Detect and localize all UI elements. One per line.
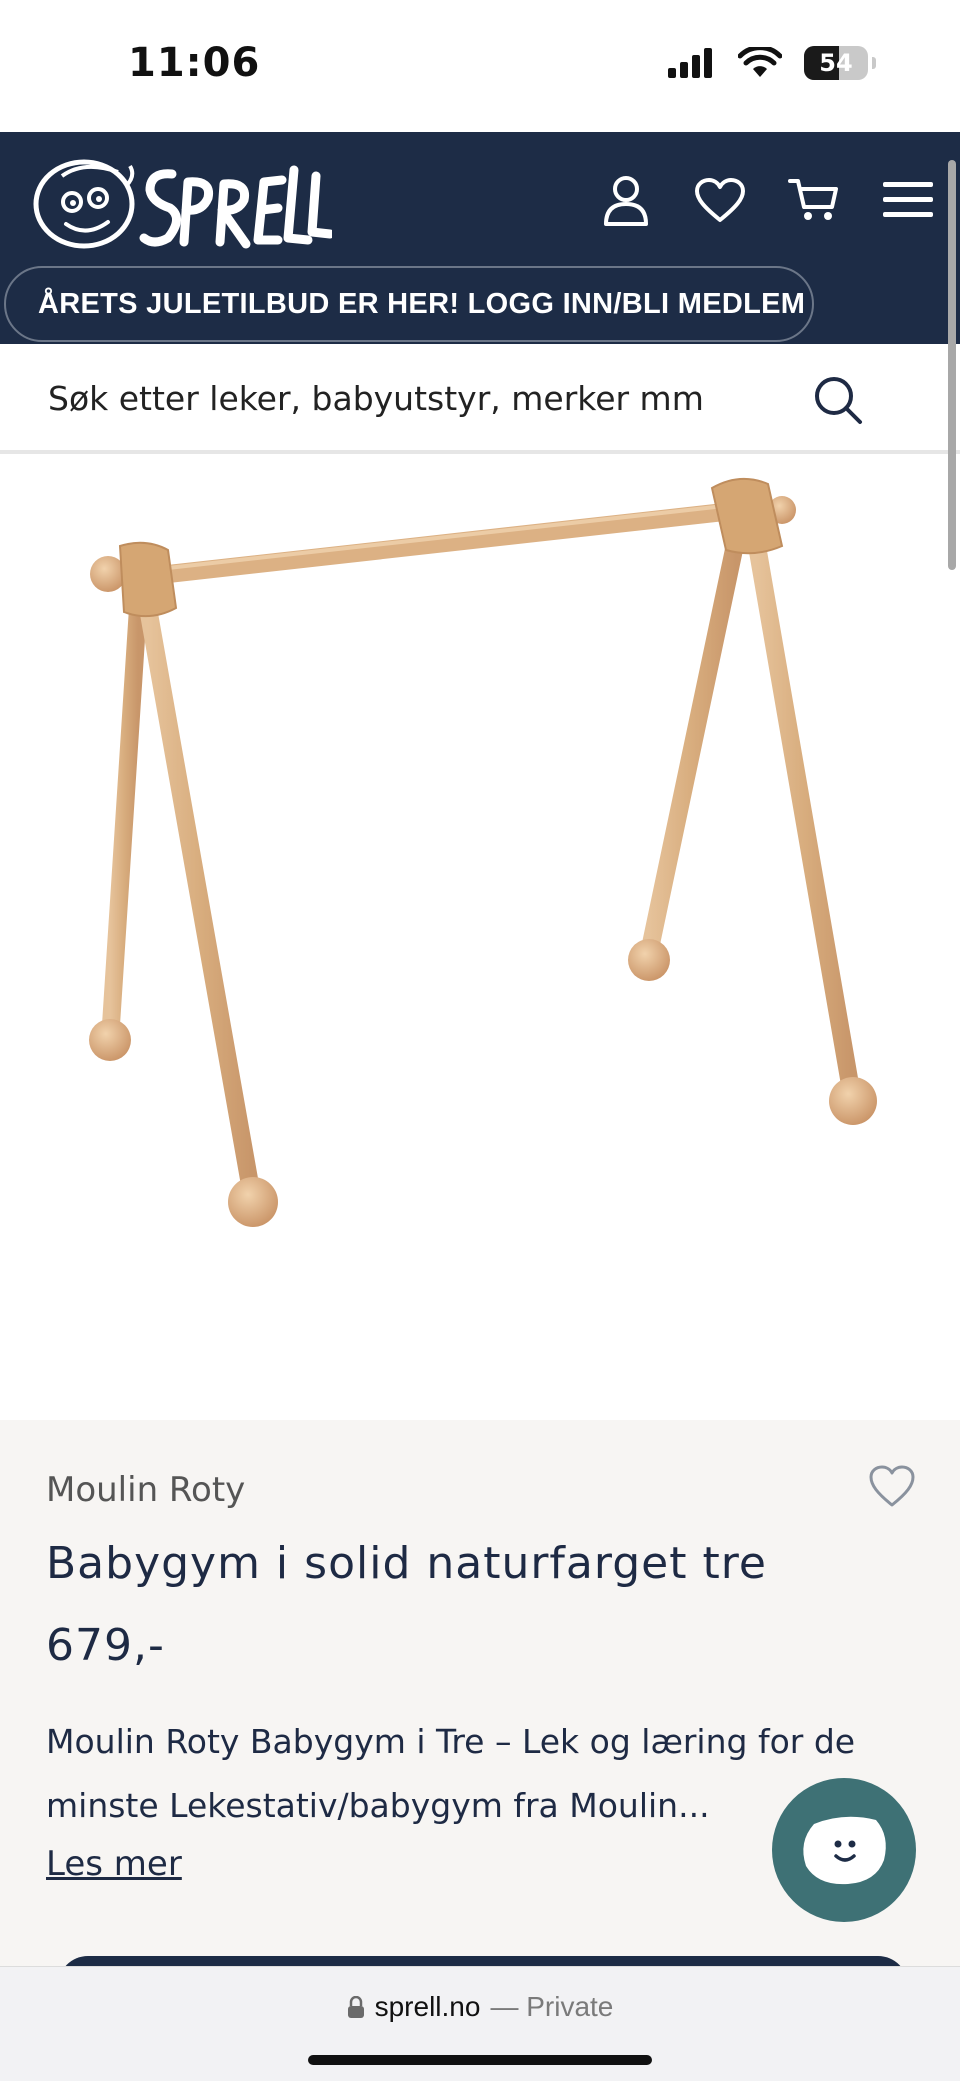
chat-button[interactable]: [772, 1778, 916, 1922]
wishlist-button[interactable]: [690, 170, 750, 230]
menu-button[interactable]: [878, 170, 938, 230]
search-input[interactable]: [48, 370, 788, 426]
search-bar: [0, 344, 960, 454]
cart-icon: [788, 179, 838, 220]
url-row: sprell.no — Private: [0, 1991, 960, 2023]
header-icons: [596, 170, 938, 230]
home-indicator[interactable]: [308, 2055, 652, 2065]
status-bar: 11:06 54: [0, 0, 960, 132]
wifi-icon: [738, 47, 782, 77]
site-header: ÅRETS JULETILBUD ER HER! LOGG INN/BLI ME…: [0, 132, 960, 344]
status-icons: 54: [668, 46, 876, 80]
status-time: 11:06: [128, 40, 261, 86]
browser-url-bar[interactable]: sprell.no — Private: [0, 1966, 960, 2081]
user-icon: [604, 176, 648, 226]
account-button[interactable]: [596, 170, 656, 230]
read-more-link[interactable]: Les mer: [46, 1844, 182, 1884]
browsing-mode: — Private: [490, 1991, 614, 2022]
search-icon[interactable]: [810, 372, 866, 428]
smiley-chat-icon: [803, 1816, 886, 1885]
cellular-signal-icon: [668, 48, 712, 78]
heart-icon: [695, 178, 745, 222]
page-scrollbar[interactable]: [948, 160, 956, 570]
cart-button[interactable]: [784, 170, 844, 230]
sprell-logo[interactable]: [32, 146, 332, 256]
battery-tip: [872, 57, 876, 69]
product-title: Babygym i solid naturfarget tre: [46, 1538, 767, 1589]
wooden-baby-gym-image: [89, 477, 877, 1227]
product-description: Moulin Roty Babygym i Tre – Lek og lærin…: [46, 1722, 856, 1825]
menu-icon: [883, 182, 933, 217]
product-image[interactable]: [0, 458, 950, 1420]
url-domain: sprell.no: [374, 1991, 481, 2022]
product-brand[interactable]: Moulin Roty: [46, 1470, 245, 1510]
lock-icon: [347, 1996, 364, 2018]
battery-percent: 54: [819, 49, 853, 77]
promo-text: ÅRETS JULETILBUD ER HER! LOGG INN/BLI ME…: [38, 287, 806, 320]
heart-icon[interactable]: [868, 1464, 916, 1508]
battery-icon: 54: [804, 46, 868, 80]
promo-banner[interactable]: ÅRETS JULETILBUD ER HER! LOGG INN/BLI ME…: [4, 266, 814, 342]
product-price: 679,-: [46, 1620, 165, 1671]
